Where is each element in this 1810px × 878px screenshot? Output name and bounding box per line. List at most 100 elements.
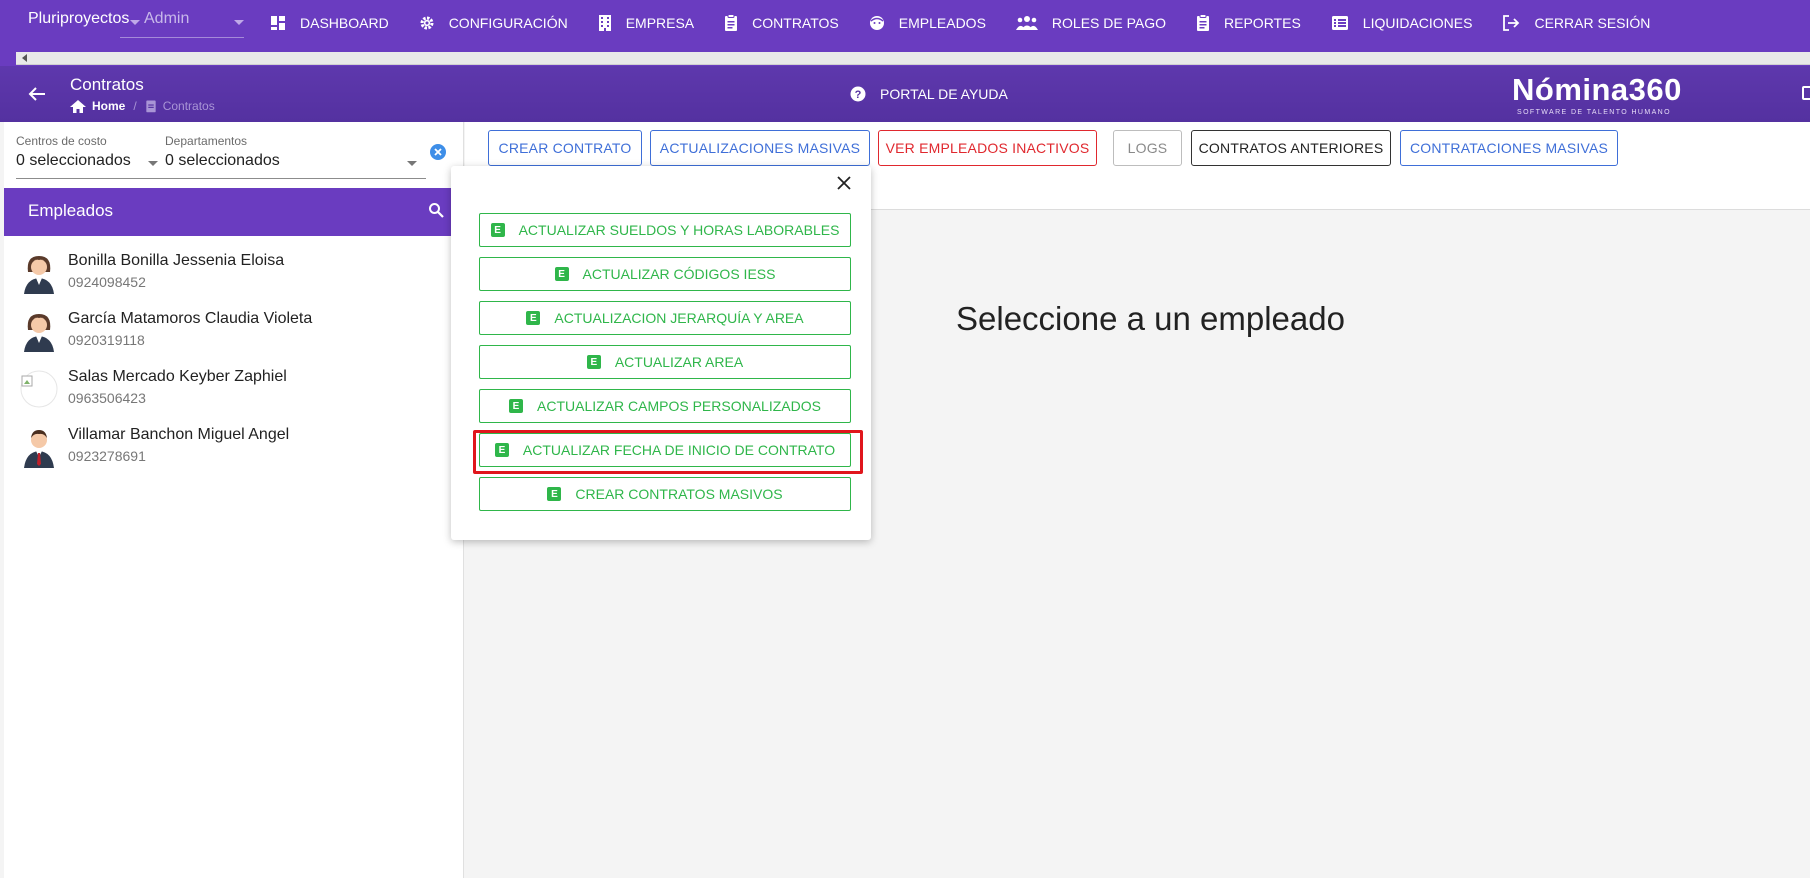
nav-contratos[interactable]: CONTRATOS <box>724 14 839 32</box>
chevron-down-icon <box>234 20 244 25</box>
employee-id: 0963506423 <box>68 390 146 406</box>
excel-icon: E <box>586 355 601 369</box>
nav-empresa-label: EMPRESA <box>625 15 695 31</box>
excel-icon: E <box>547 487 562 501</box>
nav-dashboard[interactable]: DASHBOARD <box>270 15 389 31</box>
close-icon[interactable] <box>837 176 851 190</box>
action-label: ACTUALIZACION JERARQUÍA Y AREA <box>554 310 804 326</box>
brand-logo: Nómina360 <box>1512 72 1682 107</box>
cost-center-value: 0 seleccionados <box>16 152 131 169</box>
employee-list-item[interactable]: García Matamoros Claudia Violeta 0920319… <box>4 304 464 362</box>
nav-empleados-label: EMPLEADOS <box>898 15 986 31</box>
help-icon: ? <box>850 86 866 102</box>
excel-icon: E <box>490 223 505 237</box>
employee-list-item[interactable]: Villamar Banchon Miguel Angel 0923278691 <box>4 420 464 478</box>
cost-center-label: Centros de costo <box>16 134 107 148</box>
update-custom-fields-button[interactable]: E ACTUALIZAR CAMPOS PERSONALIZADOS <box>479 389 851 423</box>
update-area-button[interactable]: E ACTUALIZAR AREA <box>479 345 851 379</box>
update-iess-codes-button[interactable]: E ACTUALIZAR CÓDIGOS IESS <box>479 257 851 291</box>
nav-empresa[interactable]: EMPRESA <box>598 14 694 32</box>
action-label: ACTUALIZAR CAMPOS PERSONALIZADOS <box>537 398 821 414</box>
nav-empleados[interactable]: EMPLEADOS <box>869 15 986 31</box>
logout-icon <box>1503 15 1520 31</box>
list-icon <box>1331 16 1348 30</box>
chevron-down-icon[interactable] <box>148 161 158 166</box>
highlight-box <box>473 430 863 474</box>
help-portal-link[interactable]: ? PORTAL DE AYUDA <box>850 86 1008 102</box>
nav-roles-label: ROLES DE PAGO <box>1051 15 1167 31</box>
employee-id: 0923278691 <box>68 448 146 464</box>
update-salaries-button[interactable]: E ACTUALIZAR SUELDOS Y HORAS LABORABLES <box>479 213 851 247</box>
cost-center-filter[interactable]: Centros de costo 0 seleccionados <box>16 134 131 170</box>
mass-updates-button[interactable]: ACTUALIZACIONES MASIVAS <box>650 130 870 166</box>
nav-cerrar-sesion[interactable]: CERRAR SESIÓN <box>1502 15 1650 31</box>
department-filter[interactable]: Departamentos 0 seleccionados <box>165 134 280 170</box>
employee-name: Bonilla Bonilla Jessenia Eloisa <box>68 252 285 269</box>
nav-liquidaciones-label: LIQUIDACIONES <box>1362 15 1473 31</box>
excel-icon: E <box>554 267 569 281</box>
group-icon <box>1015 16 1038 30</box>
breadcrumb-home[interactable]: Home <box>92 99 125 113</box>
employee-name: Salas Mercado Keyber Zaphiel <box>68 368 287 385</box>
nav-cerrar-sesion-label: CERRAR SESIÓN <box>1534 15 1651 31</box>
scroll-left-icon[interactable] <box>22 54 27 62</box>
employees-title: Empleados <box>28 201 114 220</box>
chevron-down-icon[interactable] <box>407 161 417 166</box>
employee-list-item[interactable]: Bonilla Bonilla Jessenia Eloisa 09240984… <box>4 246 464 304</box>
create-mass-contracts-button[interactable]: E CREAR CONTRATOS MASIVOS <box>479 477 851 511</box>
clipboard-icon <box>1197 14 1210 31</box>
male-avatar-icon <box>24 430 54 468</box>
help-portal-label: PORTAL DE AYUDA <box>880 86 1008 102</box>
create-contract-button[interactable]: CREAR CONTRATO <box>488 130 642 166</box>
back-arrow-icon[interactable] <box>28 86 46 102</box>
gear-icon <box>420 16 434 30</box>
action-label: ACTUALIZAR AREA <box>614 354 744 370</box>
female-avatar-icon <box>24 256 54 294</box>
svg-text:?: ? <box>855 89 862 101</box>
page-header: Contratos Home / Contratos ? PORTAL DE A… <box>0 66 1810 122</box>
excel-icon: E <box>509 399 524 413</box>
employees-header: Empleados <box>4 188 464 236</box>
update-hierarchy-area-button[interactable]: E ACTUALIZACION JERARQUÍA Y AREA <box>479 301 851 335</box>
department-value: 0 seleccionados <box>165 152 280 169</box>
department-label: Departamentos <box>165 134 248 148</box>
building-icon <box>598 15 611 31</box>
clear-filter-icon[interactable] <box>430 144 446 160</box>
nav-roles-de-pago[interactable]: ROLES DE PAGO <box>1015 15 1167 31</box>
role-value: Admin <box>144 10 190 27</box>
dashboard-icon <box>271 16 285 30</box>
inactive-employees-button[interactable]: VER EMPLEADOS INACTIVOS <box>878 130 1097 166</box>
employee-sidebar: Centros de costo 0 seleccionados Departa… <box>4 122 464 878</box>
employee-name: Villamar Banchon Miguel Angel <box>68 426 290 443</box>
breadcrumb-current: Contratos <box>162 99 215 113</box>
page-title: Contratos <box>70 75 144 94</box>
female-avatar-icon <box>24 314 54 352</box>
nav-reportes[interactable]: REPORTES <box>1196 14 1301 32</box>
excel-icon: E <box>526 311 541 325</box>
employee-list-item[interactable]: Salas Mercado Keyber Zaphiel 0963506423 <box>4 362 464 420</box>
action-label: ACTUALIZAR CÓDIGOS IESS <box>582 266 776 282</box>
breadcrumb: Home / Contratos <box>70 99 215 113</box>
export-icon[interactable] <box>1802 86 1810 100</box>
search-icon[interactable] <box>428 202 444 218</box>
breadcrumb-separator: / <box>133 99 137 113</box>
empty-state-message: Seleccione a un empleado <box>956 300 1345 337</box>
action-label: CREAR CONTRATOS MASIVOS <box>575 486 783 502</box>
broken-image-icon <box>20 370 58 408</box>
mass-hiring-button[interactable]: CONTRATACIONES MASIVAS <box>1400 130 1618 166</box>
nav-liquidaciones[interactable]: LIQUIDACIONES <box>1331 15 1473 31</box>
company-name[interactable]: Pluriproyectos <box>28 10 129 28</box>
employee-name: García Matamoros Claudia Violeta <box>68 310 313 327</box>
employee-id: 0924098452 <box>68 274 146 290</box>
logs-button[interactable]: LOGS <box>1113 130 1182 166</box>
previous-contracts-button[interactable]: CONTRATOS ANTERIORES <box>1191 130 1391 166</box>
horizontal-scrollbar[interactable] <box>16 52 1810 65</box>
nav-contratos-label: CONTRATOS <box>752 15 839 31</box>
brand-tagline: SOFTWARE DE TALENTO HUMANO <box>1517 109 1671 116</box>
face-icon <box>869 16 884 30</box>
role-select[interactable]: Admin <box>120 6 244 38</box>
mass-updates-menu: E ACTUALIZAR SUELDOS Y HORAS LABORABLES … <box>451 166 871 540</box>
filter-underline <box>16 178 426 179</box>
clipboard-icon <box>146 100 156 113</box>
nav-configuracion[interactable]: CONFIGURACIÓN <box>419 15 568 31</box>
